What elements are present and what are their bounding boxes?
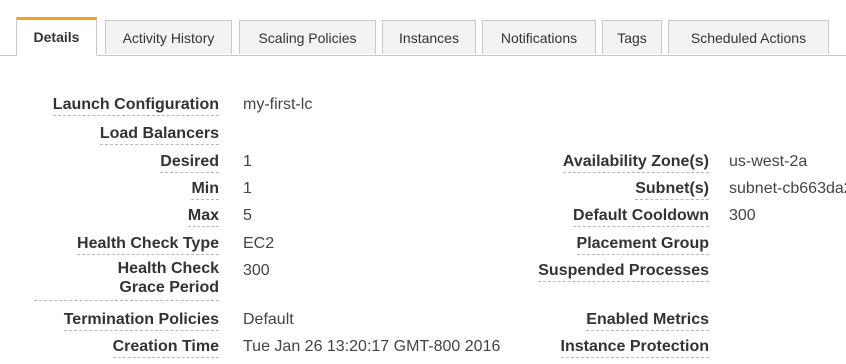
label-health-check-type: Health Check Type [77, 235, 219, 255]
value-termination-policies: Default [243, 311, 294, 328]
label-creation-time: Creation Time [112, 338, 219, 358]
tab-instances[interactable]: Instances [382, 20, 476, 54]
value-max: 5 [243, 207, 252, 224]
tab-details[interactable]: Details [16, 17, 97, 56]
value-min: 1 [243, 180, 252, 197]
value-health-check-type: EC2 [243, 235, 275, 252]
tab-notifications[interactable]: Notifications [482, 20, 596, 54]
label-max: Max [187, 207, 219, 227]
label-suspended-processes: Suspended Processes [538, 262, 709, 282]
label-health-check-grace-period: Health Check Grace Period [117, 260, 219, 296]
label-subnets: Subnet(s) [635, 180, 709, 200]
label-placement-group: Placement Group [576, 235, 709, 255]
label-default-cooldown: Default Cooldown [573, 207, 709, 227]
label-termination-policies: Termination Policies [63, 311, 219, 331]
tab-tags[interactable]: Tags [602, 20, 662, 54]
label-load-balancers: Load Balancers [99, 125, 219, 145]
label-instance-protection: Instance Protection [560, 338, 709, 358]
label-desired: Desired [160, 153, 219, 173]
value-subnets: subnet-cb663da2 [729, 180, 846, 197]
value-health-check-grace-period: 300 [243, 262, 270, 279]
label-launch-configuration: Launch Configuration [52, 96, 219, 116]
value-availability-zones: us-west-2a [729, 153, 808, 170]
auto-scaling-group-details-panel: Details Activity History Scaling Policie… [0, 0, 846, 364]
label-min: Min [191, 180, 219, 200]
tab-bar-divider [0, 55, 846, 56]
value-desired: 1 [243, 153, 252, 170]
value-creation-time: Tue Jan 26 13:20:17 GMT-800 2016 [243, 338, 501, 355]
value-launch-configuration: my-first-lc [243, 96, 313, 113]
tab-activity-history[interactable]: Activity History [105, 20, 232, 54]
tab-scaling-policies[interactable]: Scaling Policies [239, 20, 376, 54]
value-default-cooldown: 300 [729, 207, 756, 224]
label-availability-zones: Availability Zone(s) [562, 153, 709, 173]
tab-bar: Details Activity History Scaling Policie… [0, 0, 846, 56]
label-dash-underline [34, 300, 219, 301]
label-enabled-metrics: Enabled Metrics [586, 311, 709, 331]
tab-scheduled-actions[interactable]: Scheduled Actions [668, 20, 829, 54]
